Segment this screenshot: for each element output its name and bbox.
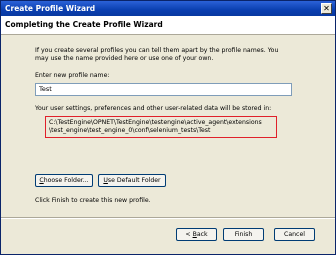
profile-name-input[interactable]: Test <box>35 83 292 96</box>
cancel-button[interactable]: Cancel <box>274 228 315 241</box>
finish-button[interactable]: Finish <box>223 228 264 241</box>
close-button[interactable]: ✕ <box>321 3 332 14</box>
use-default-folder-button[interactable]: Use Default Folder <box>98 174 166 187</box>
finish-label: Finish <box>234 231 253 238</box>
close-icon: ✕ <box>323 4 330 13</box>
title-bar[interactable]: Create Profile Wizard ✕ <box>1 1 335 16</box>
wizard-page-title: Completing the Create Profile Wizard <box>5 20 163 29</box>
wizard-window: Create Profile Wizard ✕ Completing the C… <box>0 0 336 255</box>
back-label: ack <box>196 231 208 238</box>
back-arrow: < <box>185 231 193 238</box>
wizard-header: Completing the Create Profile Wizard <box>1 16 335 35</box>
finish-hint: Click Finish to create this new profile. <box>35 197 151 204</box>
window-title: Create Profile Wizard <box>5 4 96 13</box>
intro-text-line2: may use the name provided here or use on… <box>35 55 214 62</box>
storage-label: Your user settings, preferences and othe… <box>35 105 272 112</box>
storage-path-line1: C:\TestEngine\OPNET\TestEngine\testengin… <box>49 119 262 126</box>
choose-folder-button[interactable]: Choose Folder... <box>35 174 93 187</box>
profile-name-label: Enter new profile name: <box>35 72 110 79</box>
back-button[interactable]: < Back <box>176 228 217 241</box>
cancel-label: Cancel <box>284 231 305 238</box>
storage-path-line2: \test_engine\test_engine_0\conf\selenium… <box>49 127 211 134</box>
intro-text-line1: If you create several profiles you can t… <box>35 47 279 54</box>
default-folder-label: se Default Folder <box>107 177 161 184</box>
storage-path: C:\TestEngine\OPNET\TestEngine\testengin… <box>45 116 277 138</box>
choose-folder-label: hoose Folder... <box>43 177 89 184</box>
button-separator <box>1 217 335 219</box>
